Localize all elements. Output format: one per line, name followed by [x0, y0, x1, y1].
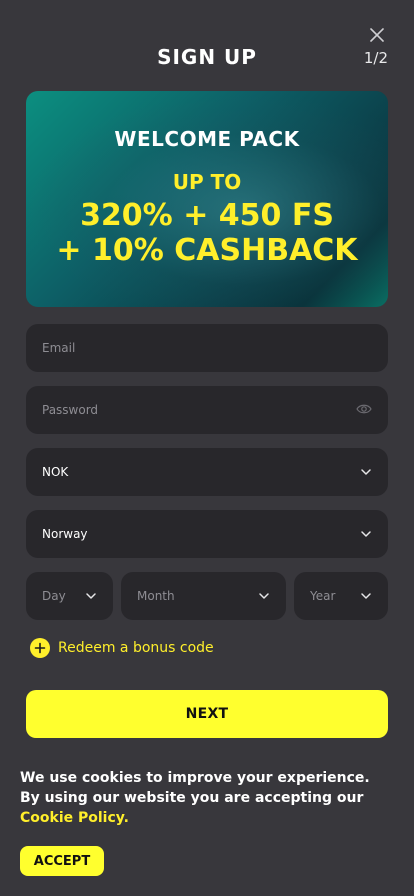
day-select[interactable]: Day	[26, 572, 113, 620]
step-indicator: 1/2	[363, 49, 388, 67]
next-button[interactable]: NEXT	[26, 690, 388, 738]
accept-cookies-button[interactable]: ACCEPT	[20, 846, 104, 876]
day-placeholder: Day	[42, 589, 66, 603]
cookie-notice: We use cookies to improve your experienc…	[20, 768, 380, 828]
year-placeholder: Year	[310, 589, 336, 603]
country-select[interactable]: Norway	[26, 510, 388, 558]
close-icon[interactable]	[368, 26, 386, 44]
chevron-down-icon	[259, 593, 269, 599]
chevron-down-icon	[86, 593, 96, 599]
month-select[interactable]: Month	[121, 572, 286, 620]
cookie-policy-link[interactable]: Cookie Policy.	[20, 810, 129, 826]
welcome-banner: WELCOME PACK UP TO 320% + 450 FS + 10% C…	[26, 91, 388, 307]
email-field[interactable]	[26, 324, 388, 372]
currency-select[interactable]: NOK	[26, 448, 388, 496]
page-title: SIGN UP	[157, 45, 257, 69]
month-placeholder: Month	[137, 589, 175, 603]
year-select[interactable]: Year	[294, 572, 388, 620]
cookie-text: We use cookies to improve your experienc…	[20, 770, 370, 806]
currency-value: NOK	[42, 465, 69, 479]
header: SIGN UP 1/2	[0, 0, 414, 90]
chevron-down-icon	[361, 469, 371, 475]
chevron-down-icon	[361, 593, 371, 599]
banner-up-to: UP TO	[172, 170, 242, 194]
redeem-bonus-link[interactable]: Redeem a bonus code	[30, 638, 214, 658]
country-value: Norway	[42, 527, 88, 541]
banner-heading: WELCOME PACK	[114, 127, 300, 151]
eye-icon[interactable]	[356, 402, 372, 416]
banner-cashback: + 10% CASHBACK	[56, 233, 358, 268]
plus-icon	[30, 638, 50, 658]
password-field[interactable]	[26, 386, 388, 434]
banner-bonus: 320% + 450 FS	[80, 198, 334, 233]
chevron-down-icon	[361, 531, 371, 537]
redeem-bonus-label: Redeem a bonus code	[58, 640, 214, 656]
